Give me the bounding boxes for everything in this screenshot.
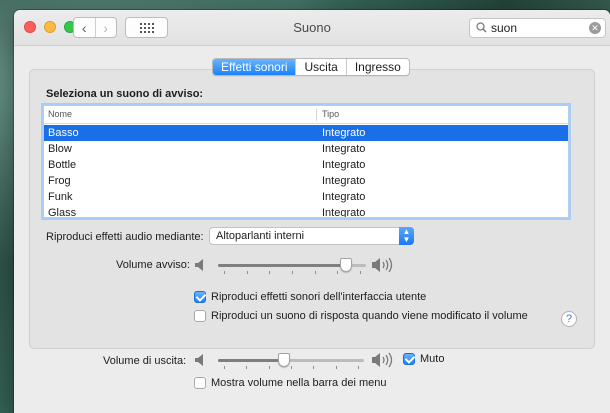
row-type: Integrato xyxy=(322,207,366,218)
search-input[interactable] xyxy=(491,20,581,36)
tab-input[interactable]: Ingresso xyxy=(345,59,409,75)
checkbox-checked[interactable] xyxy=(194,291,206,303)
slider-tick xyxy=(224,366,225,369)
checkbox-unchecked[interactable] xyxy=(194,377,206,389)
play-through-label: Riproduci effetti audio mediante: xyxy=(46,231,204,243)
row-name: Glass xyxy=(48,207,77,218)
alert-volume-slider[interactable] xyxy=(218,258,366,278)
output-volume-slider[interactable] xyxy=(218,353,364,373)
output-device-value: Altoparlanti interni xyxy=(216,230,305,242)
speaker-low-icon xyxy=(195,354,203,366)
alert-sound-heading: Seleziona un suono di avviso: xyxy=(46,88,204,100)
tab-bar: Effetti sonori Uscita Ingresso xyxy=(212,58,410,76)
slider-knob[interactable] xyxy=(340,258,352,272)
checkbox-checked[interactable] xyxy=(403,353,415,365)
table-row[interactable]: Basso Integrato xyxy=(44,125,568,141)
table-row[interactable]: Bottle Integrato xyxy=(44,157,568,173)
alert-sound-table[interactable]: Nome Tipo Basso Integrato Blow Integrato B… xyxy=(43,105,569,218)
slider-tick xyxy=(224,271,225,274)
slider-tick xyxy=(291,366,292,369)
help-button[interactable]: ? xyxy=(561,311,577,327)
slider-fill xyxy=(218,264,346,267)
slider-tick xyxy=(313,366,314,369)
slider-tick xyxy=(337,271,338,274)
table-header: Nome Tipo xyxy=(44,106,568,124)
ui-effects-checkbox[interactable]: Riproduci effetti sonori dell'interfacci… xyxy=(194,291,426,303)
row-type: Integrato xyxy=(322,127,366,139)
row-type: Integrato xyxy=(322,191,366,203)
column-header-type[interactable]: Tipo xyxy=(322,109,339,119)
row-type: Integrato xyxy=(322,159,366,171)
checkbox-unchecked[interactable] xyxy=(194,310,206,322)
updown-arrows-icon: ▲ ▼ xyxy=(399,227,414,245)
ui-effects-label: Riproduci effetti sonori dell'interfacci… xyxy=(211,291,427,303)
alert-volume-label: Volume avviso: xyxy=(116,259,190,271)
slider-tick xyxy=(292,271,293,274)
search-field[interactable]: ✕ xyxy=(469,18,606,38)
slider-tick xyxy=(360,271,361,274)
row-type: Integrato xyxy=(322,175,366,187)
speaker-high-icon xyxy=(372,352,393,368)
mute-label: Muto xyxy=(420,353,445,365)
row-name: Bottle xyxy=(48,159,77,171)
table-row[interactable]: Glass Integrato xyxy=(44,205,568,218)
preferences-window: ‹ › Suono ✕ Effetti sonori Uscita Ingres… xyxy=(14,10,610,413)
row-name: Frog xyxy=(48,175,71,187)
speaker-high-icon xyxy=(372,257,393,273)
table-body: Basso Integrato Blow Integrato Bottle Integ… xyxy=(44,125,568,218)
output-device-select[interactable]: Altoparlanti interni ▲ ▼ xyxy=(209,227,414,245)
clear-search-icon[interactable]: ✕ xyxy=(589,22,601,34)
slider-tick xyxy=(336,366,337,369)
column-divider[interactable] xyxy=(316,109,317,121)
speaker-low-icon xyxy=(195,259,203,271)
row-name: Blow xyxy=(48,143,72,155)
tab-sound-effects[interactable]: Effetti sonori xyxy=(213,59,296,75)
show-in-menu-bar-label: Mostra volume nella barra dei menu xyxy=(211,377,387,389)
mute-checkbox[interactable]: Muto xyxy=(403,353,444,365)
slider-tick xyxy=(269,366,270,369)
slider-tick xyxy=(246,366,247,369)
table-row[interactable]: Funk Integrato xyxy=(44,189,568,205)
slider-tick xyxy=(315,271,316,274)
slider-fill xyxy=(218,359,284,362)
title-bar: ‹ › Suono ✕ xyxy=(14,10,610,46)
table-row[interactable]: Frog Integrato xyxy=(44,173,568,189)
slider-tick xyxy=(247,271,248,274)
row-type: Integrato xyxy=(322,143,366,155)
column-header-name[interactable]: Nome xyxy=(48,109,72,119)
slider-tick xyxy=(269,271,270,274)
volume-feedback-checkbox[interactable]: Riproduci un suono di risposta quando vi… xyxy=(194,310,528,322)
show-in-menu-bar-checkbox[interactable]: Mostra volume nella barra dei menu xyxy=(194,377,386,389)
output-volume-label: Volume di uscita: xyxy=(103,355,187,367)
slider-knob[interactable] xyxy=(278,353,290,367)
search-icon xyxy=(476,22,487,33)
volume-feedback-label: Riproduci un suono di risposta quando vi… xyxy=(211,310,528,322)
tab-output[interactable]: Uscita xyxy=(295,59,345,75)
row-name: Basso xyxy=(48,127,79,139)
table-row[interactable]: Blow Integrato xyxy=(44,141,568,157)
row-name: Funk xyxy=(48,191,73,203)
slider-tick xyxy=(358,366,359,369)
